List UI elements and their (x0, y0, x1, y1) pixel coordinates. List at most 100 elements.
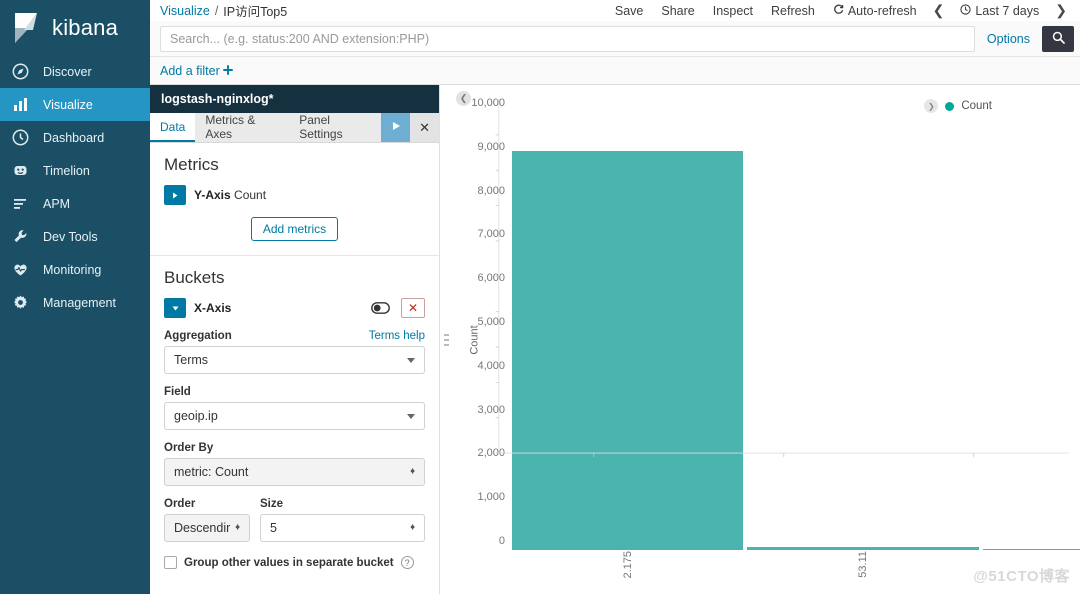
time-picker-button[interactable]: Last 7 days (951, 4, 1048, 18)
filter-bar: Add a filter (150, 57, 1080, 85)
bar[interactable] (747, 547, 978, 550)
breadcrumb-current: IP访问Top5 (223, 1, 287, 20)
remove-bucket-button[interactable]: ✕ (401, 298, 425, 318)
search-submit-button[interactable] (1042, 26, 1074, 52)
wrench-icon (12, 228, 29, 245)
x-axis-tick-label: 2.175 (622, 551, 634, 579)
query-bar: Options (150, 21, 1080, 57)
terms-help-link[interactable]: Terms help (369, 330, 425, 342)
search-icon (1052, 31, 1065, 47)
tab-panel-settings[interactable]: Panel Settings (289, 113, 381, 142)
bucket-axis-name: X-Axis (194, 301, 231, 315)
order-by-label: Order By (164, 442, 425, 454)
sidebar-item-visualize[interactable]: Visualize (0, 88, 150, 121)
gear-icon (12, 294, 29, 311)
inspect-button[interactable]: Inspect (704, 4, 762, 18)
aggregation-select[interactable]: Terms (164, 346, 425, 374)
chevron-down-icon (407, 358, 415, 363)
tab-data[interactable]: Data (150, 113, 195, 142)
size-label: Size (260, 498, 425, 510)
metric-row-y-axis[interactable]: Y-Axis Count (164, 185, 425, 205)
kibana-logo-icon (12, 12, 42, 44)
bucket-row-x-axis[interactable]: X-Axis ✕ (164, 298, 425, 318)
sidebar-item-label: Dashboard (43, 131, 104, 145)
field-select[interactable]: geoip.ip (164, 402, 425, 430)
order-by-select[interactable]: metric: Count ▲▼ (164, 458, 425, 486)
workarea: logstash-nginxlog* Data Metrics & Axes P… (150, 85, 1080, 594)
sidebar-item-apm[interactable]: APM (0, 187, 150, 220)
refresh-button[interactable]: Refresh (762, 4, 824, 18)
metric-axis-name: Y-Axis (194, 188, 231, 202)
query-options-link[interactable]: Options (975, 32, 1042, 46)
sidebar-item-label: APM (43, 197, 70, 211)
sidebar-item-dashboard[interactable]: Dashboard (0, 121, 150, 154)
auto-refresh-button[interactable]: Auto-refresh (824, 4, 926, 18)
bar-chart-icon (12, 96, 29, 113)
triangle-right-icon[interactable] (164, 185, 186, 205)
y-axis-title: Count (469, 325, 481, 354)
y-axis-tick-label: 5,000 (452, 316, 510, 328)
bar[interactable] (512, 151, 743, 550)
time-next-button[interactable]: ❯ (1048, 2, 1074, 19)
size-col: Size 5 ▲▼ (260, 486, 425, 542)
time-prev-button[interactable]: ❮ (926, 2, 952, 19)
sidebar-item-timelion[interactable]: Timelion (0, 154, 150, 187)
compass-icon (12, 63, 29, 80)
metrics-section: Metrics Y-Axis Count Add metrics (150, 143, 439, 255)
save-button[interactable]: Save (606, 4, 653, 18)
field-label: Field (164, 386, 425, 398)
breadcrumb: Visualize / IP访问Top5 (160, 1, 287, 20)
add-metrics-button[interactable]: Add metrics (251, 217, 338, 241)
apply-changes-button[interactable] (381, 113, 410, 142)
aggregation-label: Aggregation (164, 330, 232, 342)
group-other-checkbox[interactable] (164, 556, 177, 569)
dashboard-icon (12, 129, 29, 146)
editor-tabs: Data Metrics & Axes Panel Settings ✕ (150, 113, 439, 143)
triangle-down-icon[interactable] (164, 298, 186, 318)
sidebar-item-discover[interactable]: Discover (0, 55, 150, 88)
sidebar-item-dev-tools[interactable]: Dev Tools (0, 220, 150, 253)
buckets-heading: Buckets (164, 268, 425, 288)
timelion-icon (12, 162, 29, 179)
share-button[interactable]: Share (652, 4, 703, 18)
auto-refresh-label: Auto-refresh (848, 4, 917, 18)
close-editor-button[interactable]: ✕ (410, 113, 439, 142)
sidebar-item-label: Visualize (43, 98, 93, 112)
heartbeat-icon (12, 261, 29, 278)
top-navbar: Visualize / IP访问Top5 Save Share Inspect … (150, 0, 1080, 21)
tab-metrics-axes[interactable]: Metrics & Axes (195, 113, 289, 142)
aggregation-label-row: Aggregation Terms help (164, 330, 425, 342)
aggregation-value: Terms (174, 353, 208, 367)
search-input[interactable] (160, 26, 975, 52)
x-axis-tick-label: 53.11 (857, 551, 869, 578)
order-value: Descendir (174, 521, 230, 535)
add-filter-button[interactable]: Add a filter (160, 64, 233, 78)
y-axis-tick-label: 10,000 (452, 97, 510, 109)
play-icon (390, 120, 402, 135)
sidebar-item-management[interactable]: Management (0, 286, 150, 319)
brand-logo[interactable]: kibana (0, 0, 150, 55)
drag-dots-icon (444, 334, 449, 346)
size-value: 5 (270, 521, 277, 535)
breadcrumb-root[interactable]: Visualize (160, 4, 210, 18)
question-icon[interactable]: ? (401, 556, 414, 569)
bar-chart[interactable]: Count 01,0002,0003,0004,0005,0006,0007,0… (452, 85, 1080, 594)
stepper-icon: ▲▼ (409, 471, 416, 473)
brand-name: kibana (52, 15, 118, 41)
stepper-icon[interactable]: ▲▼ (409, 527, 416, 529)
order-select[interactable]: Descendir ▲▼ (164, 514, 250, 542)
metric-axis-value: Count (234, 188, 266, 202)
size-input[interactable]: 5 ▲▼ (260, 514, 425, 542)
order-col: Order Descendir ▲▼ (164, 486, 250, 542)
index-pattern-title: logstash-nginxlog* (150, 85, 439, 113)
order-label: Order (164, 498, 250, 510)
group-other-row: Group other values in separate bucket ? (164, 556, 425, 569)
bar[interactable] (983, 549, 1080, 550)
sidebar-item-label: Monitoring (43, 263, 101, 277)
sidebar-item-monitoring[interactable]: Monitoring (0, 253, 150, 286)
vis-editor-panel: logstash-nginxlog* Data Metrics & Axes P… (150, 85, 440, 594)
editor-resize-handle[interactable] (440, 85, 452, 594)
sidebar: kibana Discover Visualize Dashboard Time (0, 0, 150, 594)
eye-toggle-icon[interactable] (367, 298, 393, 318)
sidebar-item-label: Management (43, 296, 116, 310)
